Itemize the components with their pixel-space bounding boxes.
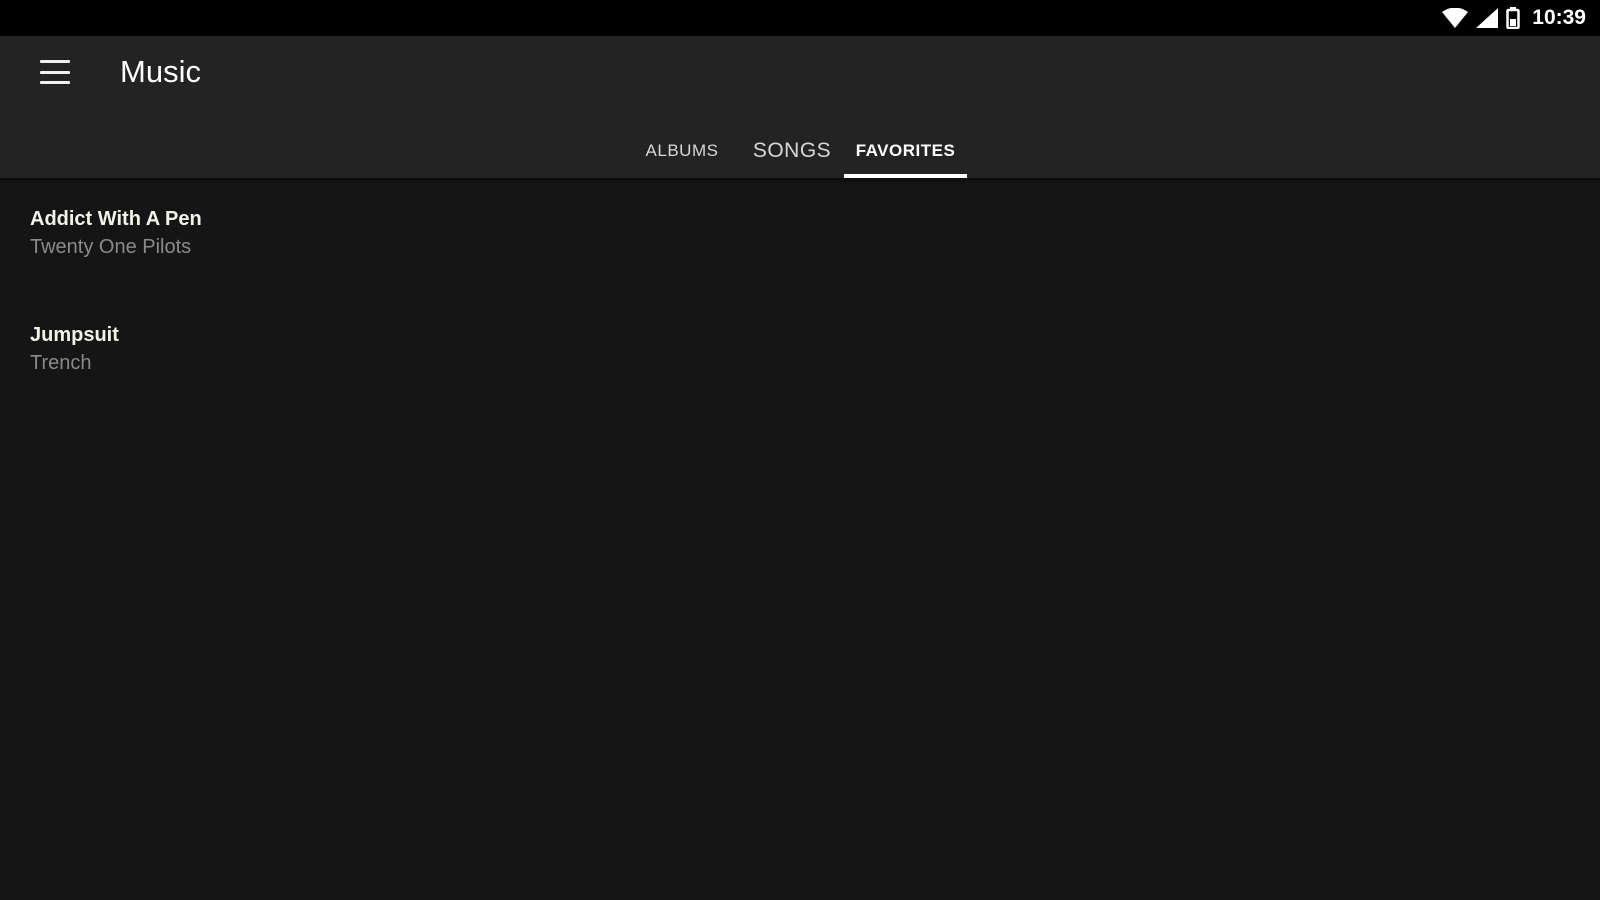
wifi-icon bbox=[1442, 8, 1469, 28]
song-title: Jumpsuit bbox=[30, 324, 119, 346]
song-artist: Twenty One Pilots bbox=[30, 236, 192, 258]
list-item[interactable]: Jumpsuit Trench bbox=[0, 294, 1600, 410]
tab-songs[interactable]: SONGS bbox=[742, 124, 842, 178]
hamburger-menu-icon bbox=[40, 60, 70, 84]
song-artist: Trench bbox=[30, 352, 92, 374]
app-title: Music bbox=[120, 54, 201, 89]
tab-albums[interactable]: ALBUMS bbox=[642, 124, 722, 178]
tab-bar: ALBUMS SONGS FAVORITES bbox=[0, 124, 1600, 178]
app-bar: Music ALBUMS SONGS FAVORITES bbox=[0, 36, 1600, 178]
battery-icon bbox=[1506, 7, 1521, 29]
music-app-screen: 10:39 Music ALBUMS SONGS FAVORITES Addic… bbox=[0, 0, 1600, 900]
status-bar: 10:39 bbox=[0, 0, 1600, 36]
status-time: 10:39 bbox=[1532, 6, 1586, 29]
menu-button[interactable] bbox=[30, 50, 80, 94]
signal-icon bbox=[1476, 8, 1499, 28]
favorites-song-list: Addict With A Pen Twenty One Pilots Jump… bbox=[0, 178, 1600, 410]
tab-favorites[interactable]: FAVORITES bbox=[844, 124, 967, 178]
song-title: Addict With A Pen bbox=[30, 208, 202, 230]
list-item[interactable]: Addict With A Pen Twenty One Pilots bbox=[0, 178, 1600, 294]
